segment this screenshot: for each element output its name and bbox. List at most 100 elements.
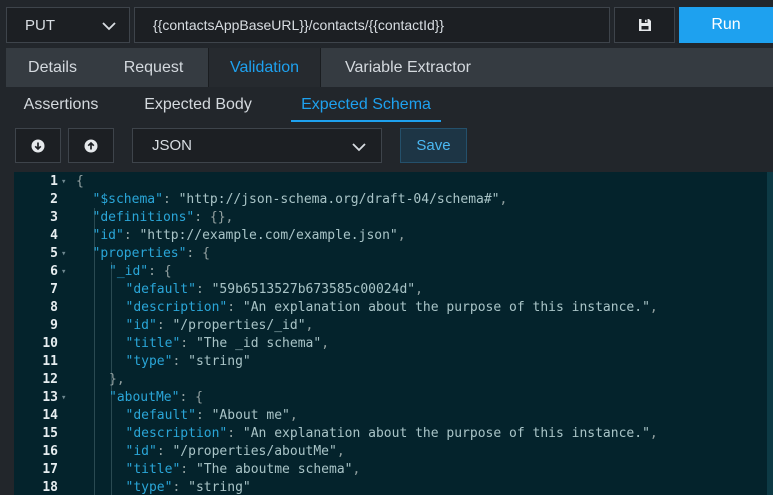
- line-number: 1: [50, 174, 58, 189]
- fold-toggle-icon[interactable]: ▾: [61, 389, 66, 407]
- json-punctuation: : {},: [194, 210, 234, 225]
- json-key: "title": [125, 336, 181, 351]
- code-line: 8 "description": "An explanation about th…: [14, 299, 773, 317]
- json-punctuation: ,: [499, 192, 508, 207]
- json-punctuation: ,: [415, 282, 423, 297]
- code-line: 6 ▾ "_id": {: [14, 263, 773, 281]
- format-label: JSON: [152, 137, 193, 154]
- line-number: 5: [50, 246, 58, 261]
- json-punctuation: :: [156, 318, 173, 333]
- json-string: "The _id schema": [195, 336, 322, 351]
- code-line: 15 "description": "An explanation about t…: [14, 425, 773, 443]
- json-punctuation: :: [172, 480, 189, 495]
- json-string: "59b6513527b673585c00024d": [211, 282, 416, 297]
- code-line: 16 "id": "/properties/aboutMe",: [14, 443, 773, 461]
- code-line: 11 "type": "string": [14, 353, 773, 371]
- line-number: 3: [50, 210, 58, 225]
- code-text: "id": "http://example.com/example.json",: [93, 227, 406, 245]
- method-select[interactable]: PUT: [6, 7, 130, 43]
- json-string: "The aboutme schema": [195, 462, 353, 477]
- floppy-disk-icon: [638, 19, 651, 31]
- url-input[interactable]: {{contactsAppBaseURL}}/contacts/{{contac…: [134, 7, 610, 43]
- tab-details[interactable]: Details: [6, 48, 99, 87]
- api-test-editor: PUT {{contactsAppBaseURL}}/contacts/{{co…: [0, 0, 773, 495]
- json-punctuation: },: [109, 372, 125, 387]
- main-tabs: Details Request Validation Variable Extr…: [6, 48, 773, 87]
- line-number: 12: [42, 372, 58, 387]
- code-line: 1 ▾ {: [14, 173, 773, 191]
- tab-validation[interactable]: Validation: [208, 48, 321, 87]
- json-punctuation: ,: [321, 336, 330, 351]
- code-line: 14 "default": "About me",: [14, 407, 773, 425]
- subtab-expected-body[interactable]: Expected Body: [131, 87, 265, 122]
- json-punctuation: ,: [305, 318, 314, 333]
- json-punctuation: :: [156, 444, 173, 459]
- json-punctuation: :: [195, 408, 212, 423]
- arrow-down-circle-icon: [31, 139, 45, 152]
- code-text: "properties": {: [93, 245, 210, 263]
- schema-format-select[interactable]: JSON: [132, 128, 382, 163]
- code-line: 7 "default": "59b6513527b673585c00024d",: [14, 281, 773, 299]
- schema-code-editor[interactable]: 1 ▾{2 "$schema": "http://json-schema.org/d…: [14, 172, 773, 495]
- code-text: "id": "/properties/_id",: [126, 317, 314, 335]
- json-key: "id": [125, 318, 157, 333]
- code-text: "$schema": "http://json-schema.org/draft…: [93, 191, 508, 209]
- code-text: },: [109, 371, 125, 389]
- download-button[interactable]: [15, 128, 61, 163]
- json-key: "id": [125, 444, 157, 459]
- json-punctuation: : {: [179, 390, 203, 405]
- json-punctuation: {: [76, 174, 84, 189]
- json-punctuation: :: [227, 426, 243, 441]
- json-punctuation: : {: [148, 264, 172, 279]
- save-schema-button[interactable]: Save: [400, 128, 467, 163]
- arrow-up-circle-icon: [84, 139, 98, 152]
- json-key: "aboutMe": [109, 390, 180, 405]
- json-key: "default": [125, 408, 196, 423]
- save-request-button[interactable]: [614, 7, 675, 43]
- json-punctuation: ,: [289, 408, 298, 423]
- json-punctuation: :: [123, 228, 140, 243]
- code-text: "title": "The _id schema",: [126, 335, 330, 353]
- fold-toggle-icon[interactable]: ▾: [61, 245, 66, 263]
- run-button[interactable]: Run: [679, 7, 773, 43]
- json-key: "default": [125, 282, 196, 297]
- json-punctuation: :: [227, 300, 243, 315]
- url-text: {{contactsAppBaseURL}}/contacts/{{contac…: [153, 17, 445, 33]
- json-string: "An explanation about the purpose of thi…: [242, 426, 650, 441]
- fold-toggle-icon[interactable]: ▾: [61, 173, 66, 191]
- code-line: 18 "type": "string": [14, 479, 773, 495]
- code-text: "title": "The aboutme schema",: [126, 461, 361, 479]
- json-key: "$schema": [92, 192, 163, 207]
- json-string: "http://example.com/example.json": [139, 228, 398, 243]
- code-text: "id": "/properties/aboutMe",: [126, 443, 345, 461]
- line-number: 15: [42, 426, 58, 441]
- line-number: 13: [42, 390, 58, 405]
- code-text: "default": "59b6513527b673585c00024d",: [126, 281, 423, 299]
- fold-toggle-icon[interactable]: ▾: [61, 263, 66, 281]
- json-punctuation: ,: [649, 300, 658, 315]
- json-punctuation: ,: [336, 444, 345, 459]
- code-text: "default": "About me",: [126, 407, 298, 425]
- code-text: "description": "An explanation about the…: [126, 425, 658, 443]
- upload-button[interactable]: [68, 128, 114, 163]
- json-punctuation: :: [195, 282, 212, 297]
- code-line: 5 ▾ "properties": {: [14, 245, 773, 263]
- code-text: "definitions": {},: [93, 209, 234, 227]
- code-line: 12},: [14, 371, 773, 389]
- subtab-expected-schema[interactable]: Expected Schema: [291, 87, 441, 122]
- line-number: 14: [42, 408, 58, 423]
- line-number: 4: [50, 228, 58, 243]
- json-key: "type": [125, 480, 173, 495]
- code-line: 10 "title": "The _id schema",: [14, 335, 773, 353]
- line-number: 10: [42, 336, 58, 351]
- json-punctuation: : {: [186, 246, 210, 261]
- code-line: 9 "id": "/properties/_id",: [14, 317, 773, 335]
- json-string: "An explanation about the purpose of thi…: [242, 300, 650, 315]
- code-line: 17 "title": "The aboutme schema",: [14, 461, 773, 479]
- code-text: "type": "string": [126, 479, 251, 495]
- subtab-assertions[interactable]: Assertions: [10, 87, 112, 122]
- json-key: "definitions": [92, 210, 195, 225]
- code-line: 2 "$schema": "http://json-schema.org/draf…: [14, 191, 773, 209]
- tab-variable-extractor[interactable]: Variable Extractor: [321, 48, 495, 87]
- tab-request[interactable]: Request: [99, 48, 208, 87]
